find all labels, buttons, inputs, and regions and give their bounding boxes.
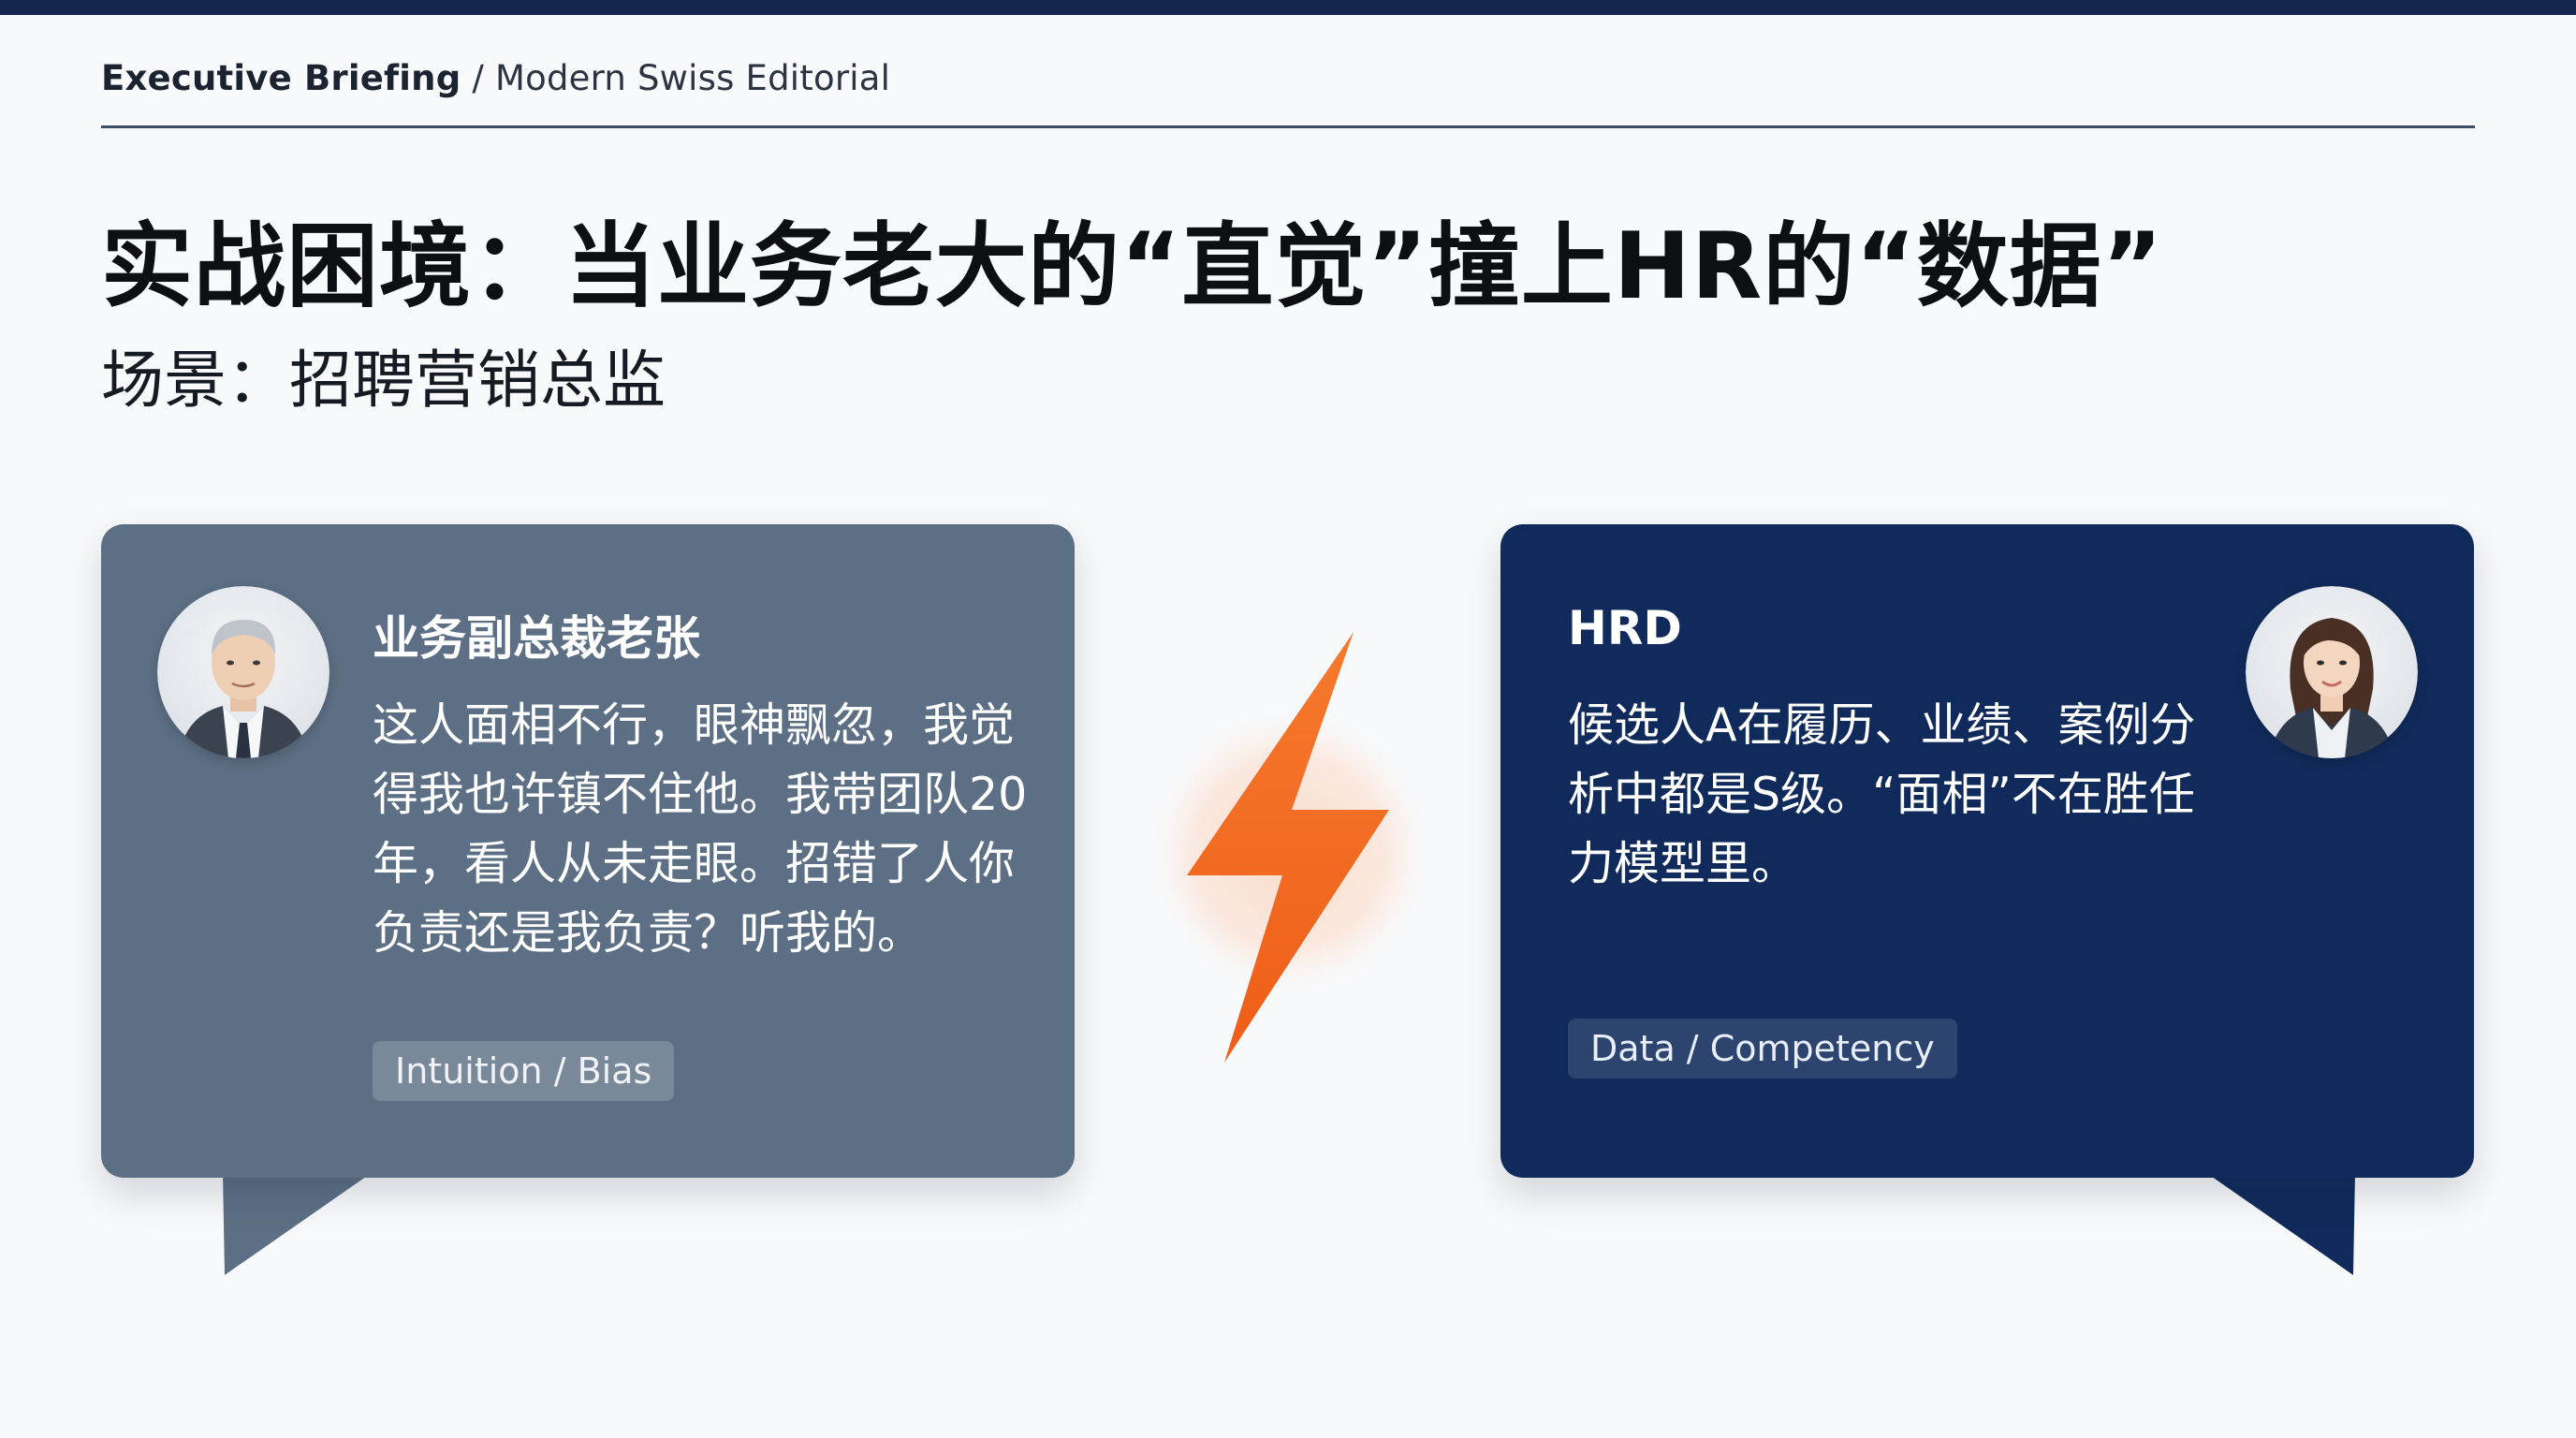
female-professional-avatar-icon	[2246, 586, 2418, 758]
left-bubble-tail	[223, 1172, 373, 1275]
intuition-bias-tag: Intuition / Bias	[373, 1041, 675, 1101]
header-divider	[101, 125, 2475, 128]
right-quote-text: 候选人A在履历、业绩、案例分析中都是S级。“面相”不在胜任力模型里。	[1568, 698, 2196, 890]
right-speaker-name: HRD	[1568, 601, 1682, 655]
header-brand: Executive Briefing	[101, 58, 461, 98]
business-vp-card: 业务副总裁老张 这人面相不行，眼神飘忽，我觉得我也许镇不住他。我带团队20年，看…	[101, 524, 1075, 1178]
left-quote-text: 这人面相不行，眼神飘忽，我觉得我也许镇不住他。我带团队20年，看人从未走眼。招错…	[373, 698, 1028, 960]
page-title: 实战困境：当业务老大的“直觉”撞上HR的“数据”	[101, 213, 2164, 320]
left-speaker-name: 业务副总裁老张	[373, 611, 700, 666]
page-subtitle: 场景：招聘营销总监	[101, 344, 666, 417]
male-executive-avatar-icon	[157, 586, 329, 758]
right-bubble-tail	[2205, 1172, 2355, 1275]
header-section: Modern Swiss Editorial	[495, 58, 891, 98]
hrd-card: HRD 候选人A在履历、业绩、案例分析中都是S级。“面相”不在胜任力模型里。 D…	[1500, 524, 2474, 1178]
data-competency-tag: Data / Competency	[1568, 1019, 1957, 1078]
top-accent-bar	[0, 0, 2576, 15]
header-breadcrumb: Executive Briefing / Modern Swiss Editor…	[101, 58, 890, 98]
lightning-bolt-icon	[1151, 632, 1428, 1063]
header-separator: /	[461, 58, 495, 98]
